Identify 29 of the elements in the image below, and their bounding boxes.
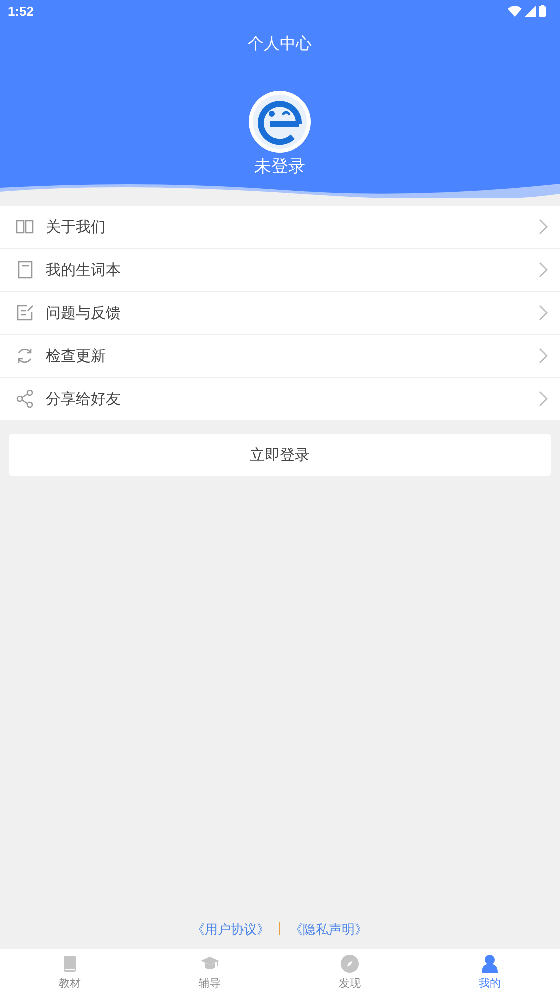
avatar-logo-icon[interactable] [249,91,311,153]
nav-tab[interactable]: 辅导 [140,949,280,996]
nav-tab[interactable]: 发现 [280,949,420,996]
notebook-icon [16,261,34,279]
book-icon [16,218,34,236]
menu-item[interactable]: 分享给好友 [0,378,560,420]
login-status: 未登录 [254,156,306,178]
menu-item[interactable]: 关于我们 [0,206,560,248]
nav-tab[interactable]: 教材 [0,949,140,996]
edit-note-icon [16,304,34,322]
signal-icon [525,6,536,16]
compass-icon [340,954,360,974]
battery-icon [539,5,546,17]
person-icon [480,954,500,974]
menu-item[interactable]: 问题与反馈 [0,292,560,334]
chevron-right-icon [539,391,548,407]
login-button[interactable]: 立即登录 [9,434,551,476]
chevron-right-icon [539,348,548,364]
share-icon [16,390,34,408]
refresh-icon [16,347,34,365]
page-title: 个人中心 [248,34,312,55]
status-time: 1:52 [8,4,34,18]
chevron-right-icon [539,305,548,321]
wifi-icon [508,6,522,16]
menu-item[interactable]: 检查更新 [0,335,560,377]
separator-text: | [278,921,282,938]
chevron-right-icon [539,262,548,278]
chevron-right-icon [539,219,548,235]
menu-item[interactable]: 我的生词本 [0,249,560,291]
